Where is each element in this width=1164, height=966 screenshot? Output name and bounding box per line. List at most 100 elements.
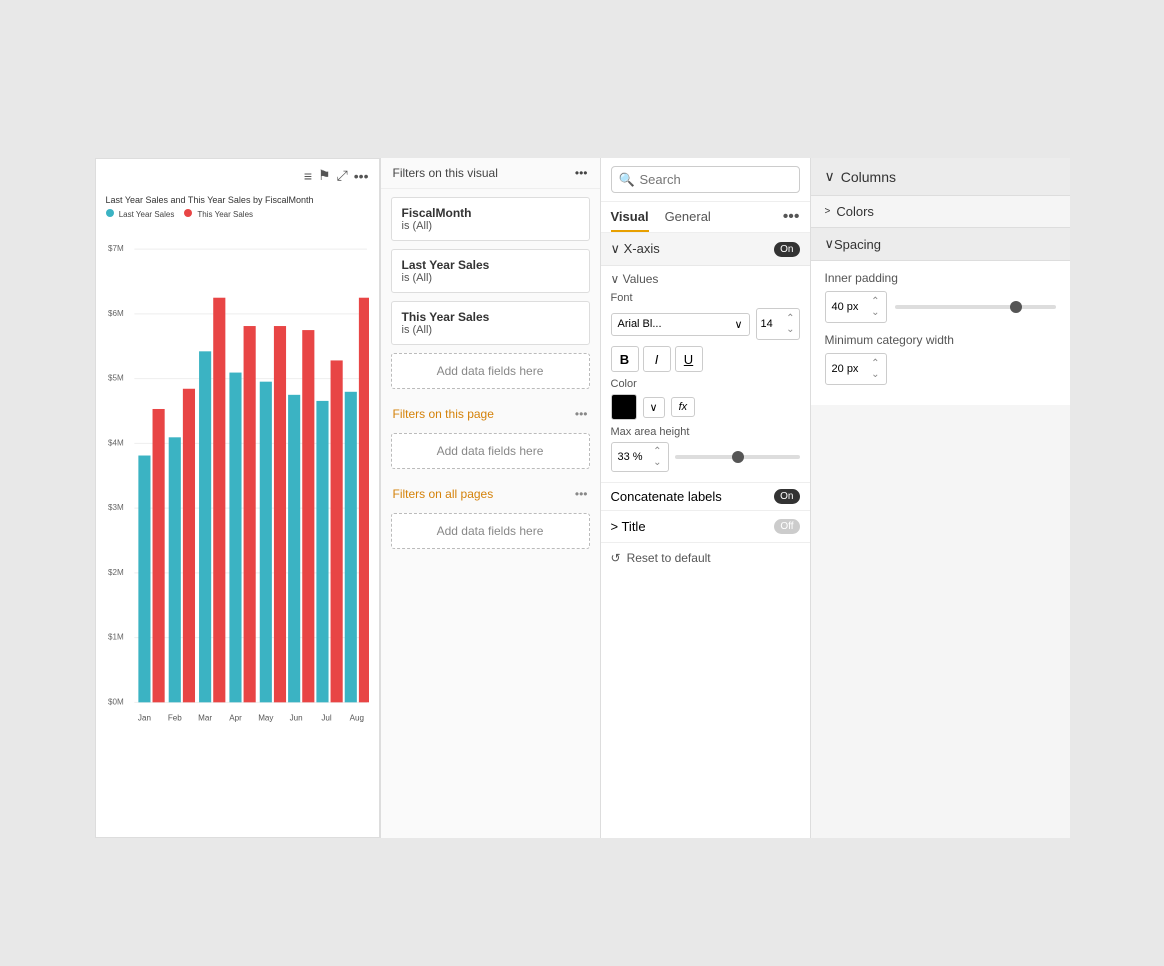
filter-add-page[interactable]: Add data fields here [391,433,590,469]
fx-button[interactable]: fx [671,397,696,417]
filters-visual-header: Filters on this visual ••• [381,158,600,189]
filter-card-thisyear[interactable]: This Year Sales is (All) [391,301,590,345]
svg-text:Jul: Jul [321,714,332,723]
bar-apr-ly [229,373,241,703]
filters-panel: Filters on this visual ••• FiscalMonth i… [380,158,600,838]
svg-text:$7M: $7M [108,244,124,253]
xaxis-header[interactable]: ∨ X-axis On [601,233,810,266]
columns-panel: ∨ Columns > Colors ∨ Spacing Inner paddi… [810,158,1070,838]
italic-button[interactable]: I [643,346,671,372]
hamburger-icon[interactable]: ≡ [304,168,312,184]
bar-jul-ty [330,360,342,702]
title-section[interactable]: > Title Off [601,511,810,543]
bar-mar-ty [213,298,225,703]
bar-jul-ly [316,401,328,702]
colors-header[interactable]: > Colors [811,196,1070,228]
color-dropdown[interactable]: ∨ [643,397,665,418]
min-cat-box[interactable]: 20 px ⌃⌄ [825,353,887,385]
filters-page-more[interactable]: ••• [575,407,588,421]
bar-jun-ly [288,395,300,703]
inner-padding-thumb [1010,301,1022,313]
values-label: ∨ Values [611,272,800,286]
svg-text:$4M: $4M [108,438,124,447]
filter-add-all[interactable]: Add data fields here [391,513,590,549]
tab-more[interactable]: ••• [783,208,800,232]
spinner-inner-pad[interactable]: ⌃⌄ [871,296,879,318]
legend-item-ty: This Year Sales [184,209,253,219]
more-icon[interactable]: ••• [354,168,369,184]
tab-general[interactable]: General [665,209,711,232]
xaxis-toggle[interactable]: On [774,242,799,257]
legend-dot-ly [106,209,114,217]
filter-icon[interactable]: ⚑ [318,167,331,184]
filters-visual-more[interactable]: ••• [575,166,588,180]
svg-text:Mar: Mar [198,714,212,723]
chevron-down-icon-col: ∨ [825,168,835,185]
filter-add-visual[interactable]: Add data fields here [391,353,590,389]
spacing-section: ∨ Spacing Inner padding 40 px ⌃⌄ Minimum… [811,228,1070,405]
svg-text:$0M: $0M [108,697,124,706]
columns-header: ∨ Columns [811,158,1070,196]
min-cat-unit: px [847,363,859,375]
spacing-header[interactable]: ∨ Spacing [811,228,1070,261]
font-label: Font [611,292,800,304]
search-input[interactable] [611,166,800,193]
svg-text:Aug: Aug [349,714,363,723]
filters-all-more[interactable]: ••• [575,487,588,501]
max-area-label: Max area height [611,426,800,438]
bar-aug-ly [344,392,356,703]
bar-may-ty [273,326,285,702]
bar-chart-svg: $7M $6M $5M $4M $3M $2M $1M $0M [106,225,369,771]
bar-jan-ty [152,409,164,702]
spinner-area[interactable]: ⌃⌄ [653,446,661,468]
svg-text:$5M: $5M [108,374,124,383]
color-swatch[interactable] [611,394,637,420]
color-label: Color [611,378,800,390]
inner-padding-label: Inner padding [825,271,1056,285]
underline-button[interactable]: U [675,346,703,372]
bar-may-ly [259,382,271,703]
reset-label: Reset to default [627,551,711,565]
filters-all-header: Filters on all pages ••• [381,477,600,505]
expand-icon[interactable]: ⤢ [337,167,348,184]
inner-padding-slider[interactable] [895,305,1056,309]
concat-toggle[interactable]: On [774,489,799,504]
search-bar: 🔍 [601,158,810,202]
max-area-value-box[interactable]: 33 % ⌃⌄ [611,442,669,472]
spinner-font-size[interactable]: ⌃⌄ [786,313,794,335]
svg-text:Jan: Jan [137,714,150,723]
inner-padding-box[interactable]: 40 px ⌃⌄ [825,291,887,323]
search-wrap: 🔍 [611,166,800,193]
concatenate-row: Concatenate labels On [601,483,810,511]
bar-apr-ty [243,326,255,702]
chart-toolbar: ≡ ⚑ ⤢ ••• [298,163,375,188]
format-tabs: Visual General ••• [601,202,810,233]
reset-bar[interactable]: ↺ Reset to default [601,543,810,573]
min-cat-label: Minimum category width [825,333,1056,347]
font-size-input[interactable]: 14 ⌃⌄ [756,308,800,340]
filter-card-lastyear[interactable]: Last Year Sales is (All) [391,249,590,293]
spinner-min-cat[interactable]: ⌃⌄ [871,358,879,380]
svg-text:Feb: Feb [167,714,181,723]
font-family-select[interactable]: Arial Bl... ∨ [611,313,750,336]
legend-dot-ty [184,209,192,217]
bar-aug-ty [358,298,368,703]
format-buttons: B I U [611,346,800,372]
bar-mar-ly [199,351,211,702]
max-area-slider[interactable] [675,455,800,459]
svg-text:$6M: $6M [108,309,124,318]
chevron-right-icon: > [611,519,622,534]
chevron-down-icon-values: ∨ [611,272,623,286]
bar-feb-ty [182,389,194,703]
chart-legend: Last Year Sales This Year Sales [96,207,379,221]
filter-card-fiscalmonth[interactable]: FiscalMonth is (All) [391,197,590,241]
svg-text:Jun: Jun [289,714,302,723]
color-row: ∨ fx [611,394,800,420]
tab-visual[interactable]: Visual [611,209,649,232]
title-toggle[interactable]: Off [774,519,799,534]
min-cat-value: 20 px [832,363,859,375]
bold-button[interactable]: B [611,346,639,372]
format-panel: 🔍 Visual General ••• ∨ X-axis On ∨ Value… [600,158,810,838]
title-label: > Title [611,519,646,534]
max-area-slider-row: 33 % ⌃⌄ [611,442,800,472]
